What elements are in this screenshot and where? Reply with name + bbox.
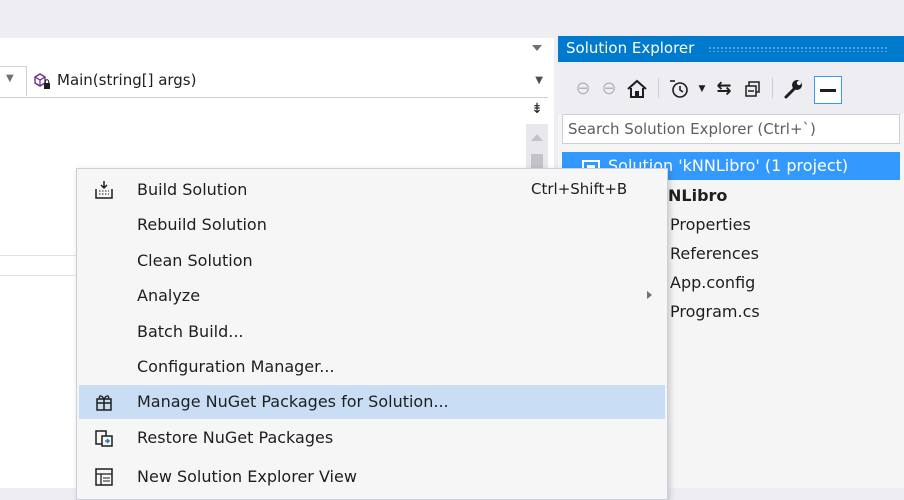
- tree-node-program-cs[interactable]: Program.cs: [670, 298, 760, 326]
- menu-item-batch-build[interactable]: Batch Build...: [79, 315, 665, 349]
- back-icon[interactable]: ⊖: [572, 76, 594, 102]
- menu-item-build-solution[interactable]: Build Solution Ctrl+Shift+B: [79, 173, 665, 207]
- sync-icon[interactable]: ⇆: [712, 76, 736, 102]
- type-dropdown-arrow-icon[interactable]: ▼: [6, 73, 14, 84]
- divider: [0, 275, 80, 276]
- tree-node-label: Properties: [670, 215, 751, 234]
- properties-wrench-icon[interactable]: [780, 76, 806, 102]
- menu-item-rebuild-solution[interactable]: Rebuild Solution: [79, 208, 665, 242]
- menu-item-analyze[interactable]: Analyze: [79, 279, 665, 313]
- menu-item-clean-solution[interactable]: Clean Solution: [79, 244, 665, 278]
- toolbar-separator: [658, 78, 659, 98]
- member-dropdown-value: Main(string[] args): [57, 71, 197, 89]
- forward-icon[interactable]: ⊖: [598, 76, 620, 102]
- tree-node-label: References: [670, 244, 759, 263]
- home-icon[interactable]: [624, 76, 650, 102]
- tab-dropdown-icon[interactable]: [531, 44, 543, 52]
- menu-item-label: Rebuild Solution: [137, 215, 267, 234]
- preview-selected-item-icon: [820, 89, 836, 92]
- panel-spacer: [558, 0, 904, 36]
- solution-explorer-toolbar: ⊖ ⊖ ▼ ⇆: [558, 62, 904, 114]
- menu-item-restore-nuget-packages[interactable]: Restore NuGet Packages: [79, 421, 665, 455]
- menu-item-label: Batch Build...: [137, 322, 244, 341]
- split-window-icon[interactable]: ⇟: [528, 101, 546, 121]
- tree-node-properties[interactable]: Properties: [670, 211, 751, 239]
- collapse-all-icon[interactable]: [740, 76, 766, 102]
- menu-item-manage-nuget-packages[interactable]: Manage NuGet Packages for Solution...: [79, 385, 665, 419]
- restore-packages-icon: [95, 430, 113, 447]
- tree-node-references[interactable]: References: [670, 240, 759, 268]
- editor-tab-strip: [0, 0, 554, 51]
- divider: [0, 255, 80, 256]
- solution-explorer-title-bar[interactable]: Solution Explorer: [558, 36, 904, 62]
- menu-item-new-solution-explorer-view[interactable]: New Solution Explorer View: [79, 460, 665, 494]
- new-view-icon: [95, 468, 113, 486]
- search-placeholder: Search Solution Explorer (Ctrl+`): [568, 120, 816, 138]
- menu-item-label: Build Solution: [137, 180, 248, 199]
- menu-item-label: Configuration Manager...: [137, 357, 335, 376]
- solution-context-menu: Build Solution Ctrl+Shift+B Rebuild Solu…: [76, 168, 668, 500]
- nuget-package-icon: [96, 395, 112, 411]
- dropdown-icon[interactable]: ▼: [696, 76, 708, 102]
- scroll-up-icon[interactable]: [531, 134, 543, 141]
- menu-item-label: New Solution Explorer View: [137, 467, 357, 486]
- menu-item-shortcut: Ctrl+Shift+B: [531, 180, 628, 198]
- menu-item-label: Clean Solution: [137, 251, 253, 270]
- toolbar-separator: [772, 78, 773, 98]
- history-icon[interactable]: [666, 76, 692, 102]
- panel-title: Solution Explorer: [566, 39, 695, 57]
- menu-item-label: Restore NuGet Packages: [137, 428, 334, 447]
- chevron-down-icon[interactable]: ▼: [535, 75, 543, 86]
- pin-icon[interactable]: [814, 76, 842, 104]
- method-icon: [34, 73, 50, 89]
- menu-item-configuration-manager[interactable]: Configuration Manager...: [79, 350, 665, 384]
- member-dropdown[interactable]: Main(string[] args) ▼: [26, 66, 549, 96]
- menu-item-label: Analyze: [137, 286, 201, 305]
- tree-node-label: App.config: [670, 273, 756, 292]
- menu-item-label: Manage NuGet Packages for Solution...: [137, 392, 449, 411]
- title-grip: [708, 46, 888, 52]
- tree-node-label: Program.cs: [670, 302, 760, 321]
- submenu-arrow-icon: [647, 291, 652, 299]
- tree-node-label: NLibro: [668, 186, 728, 205]
- search-solution-explorer-input[interactable]: Search Solution Explorer (Ctrl+`): [562, 114, 900, 144]
- tree-node-app-config[interactable]: App.config: [670, 269, 755, 297]
- tree-node-project[interactable]: NLibro: [668, 182, 727, 210]
- build-solution-icon: [95, 181, 113, 199]
